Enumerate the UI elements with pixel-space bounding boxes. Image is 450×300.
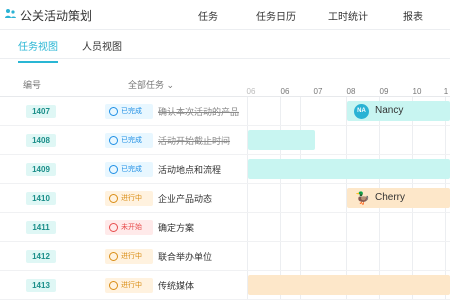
assignee-name: Cherry [375, 192, 406, 203]
task-title[interactable]: 传统媒体 [158, 279, 194, 292]
task-title[interactable]: 活动开始截止时间 [158, 134, 230, 147]
duck-icon: 🦆 [355, 191, 370, 205]
check-circle-icon [109, 136, 118, 145]
task-row[interactable]: 1410 进行中 企业产品动态 🦆 Cherry [0, 184, 450, 213]
task-row[interactable]: 1408 已完成 活动开始截止时间 [0, 126, 450, 155]
check-circle-icon [109, 107, 118, 116]
task-title[interactable]: 活动地点和流程 [158, 163, 221, 176]
gantt-grid: 编号 全部任务 ⌄ 06 06 07 08 09 10 1 1407 已完成 确… [0, 67, 450, 300]
chevron-down-icon: ⌄ [166, 80, 175, 90]
top-navigation: 公关活动策划 任务 任务日历 工时统计 报表 [0, 0, 450, 30]
tab-task-view[interactable]: 任务视图 [18, 38, 58, 63]
status-badge: 进行中 [105, 278, 153, 293]
team-icon [5, 9, 16, 18]
task-title[interactable]: 联合举办单位 [158, 250, 212, 263]
status-badge: 已完成 [105, 104, 153, 119]
gantt-bar[interactable] [248, 130, 315, 150]
check-circle-icon [109, 165, 118, 174]
nav-worktime-stats[interactable]: 工时统计 [328, 8, 368, 23]
task-id-badge: 1413 [26, 279, 56, 292]
task-row[interactable]: 1409 已完成 活动地点和流程 [0, 155, 450, 184]
date-07: 07 [313, 87, 323, 96]
task-row[interactable]: 1413 进行中 传统媒体 [0, 271, 450, 300]
view-tabs: 任务视图 人员视图 [0, 31, 450, 63]
app-title: 公关活动策划 [20, 9, 93, 23]
task-id-badge: 1409 [26, 163, 56, 176]
task-filter-dropdown[interactable]: 全部任务 ⌄ [128, 78, 174, 91]
date-06a: 06 [246, 87, 256, 96]
gantt-bar-cherry[interactable]: 🦆 Cherry [347, 188, 450, 208]
assignee-name: Nancy [375, 105, 404, 116]
column-id-header: 编号 [23, 80, 42, 90]
task-title[interactable]: 确认本次活动的产品 [158, 105, 239, 118]
nav-tasks[interactable]: 任务 [198, 8, 218, 23]
status-badge: 已完成 [105, 133, 153, 148]
play-circle-icon [109, 281, 118, 290]
date-08: 08 [346, 87, 356, 96]
task-row[interactable]: 1411 未开始 确定方案 [0, 213, 450, 242]
task-row[interactable]: 1407 已完成 确认本次活动的产品 NA Nancy [0, 97, 450, 126]
date-10: 10 [412, 87, 422, 96]
date-06b: 06 [280, 87, 290, 96]
status-badge: 进行中 [105, 191, 153, 206]
gantt-bar[interactable] [248, 275, 450, 295]
status-badge: 未开始 [105, 220, 153, 235]
task-filter-label: 全部任务 [128, 80, 165, 90]
task-title[interactable]: 确定方案 [158, 221, 194, 234]
date-09: 09 [379, 87, 389, 96]
task-id-badge: 1410 [26, 192, 56, 205]
task-id-badge: 1412 [26, 250, 56, 263]
task-title[interactable]: 企业产品动态 [158, 192, 212, 205]
play-circle-icon [109, 252, 118, 261]
grid-header: 编号 全部任务 ⌄ 06 06 07 08 09 10 1 [0, 67, 450, 97]
task-id-badge: 1411 [26, 221, 56, 234]
play-circle-icon [109, 194, 118, 203]
avatar: NA [354, 104, 369, 119]
tab-people-view[interactable]: 人员视图 [82, 38, 122, 53]
status-badge: 已完成 [105, 162, 153, 177]
nav-reports[interactable]: 报表 [403, 8, 423, 23]
task-id-badge: 1408 [26, 134, 56, 147]
gantt-bar[interactable] [248, 159, 450, 179]
gantt-bar-nancy[interactable]: NA Nancy [347, 101, 450, 121]
task-row[interactable]: 1412 进行中 联合举办单位 [0, 242, 450, 271]
nav-task-calendar[interactable]: 任务日历 [256, 8, 296, 23]
task-id-badge: 1407 [26, 105, 56, 118]
date-1: 1 [443, 87, 449, 96]
minus-circle-icon [109, 223, 118, 232]
status-badge: 进行中 [105, 249, 153, 264]
